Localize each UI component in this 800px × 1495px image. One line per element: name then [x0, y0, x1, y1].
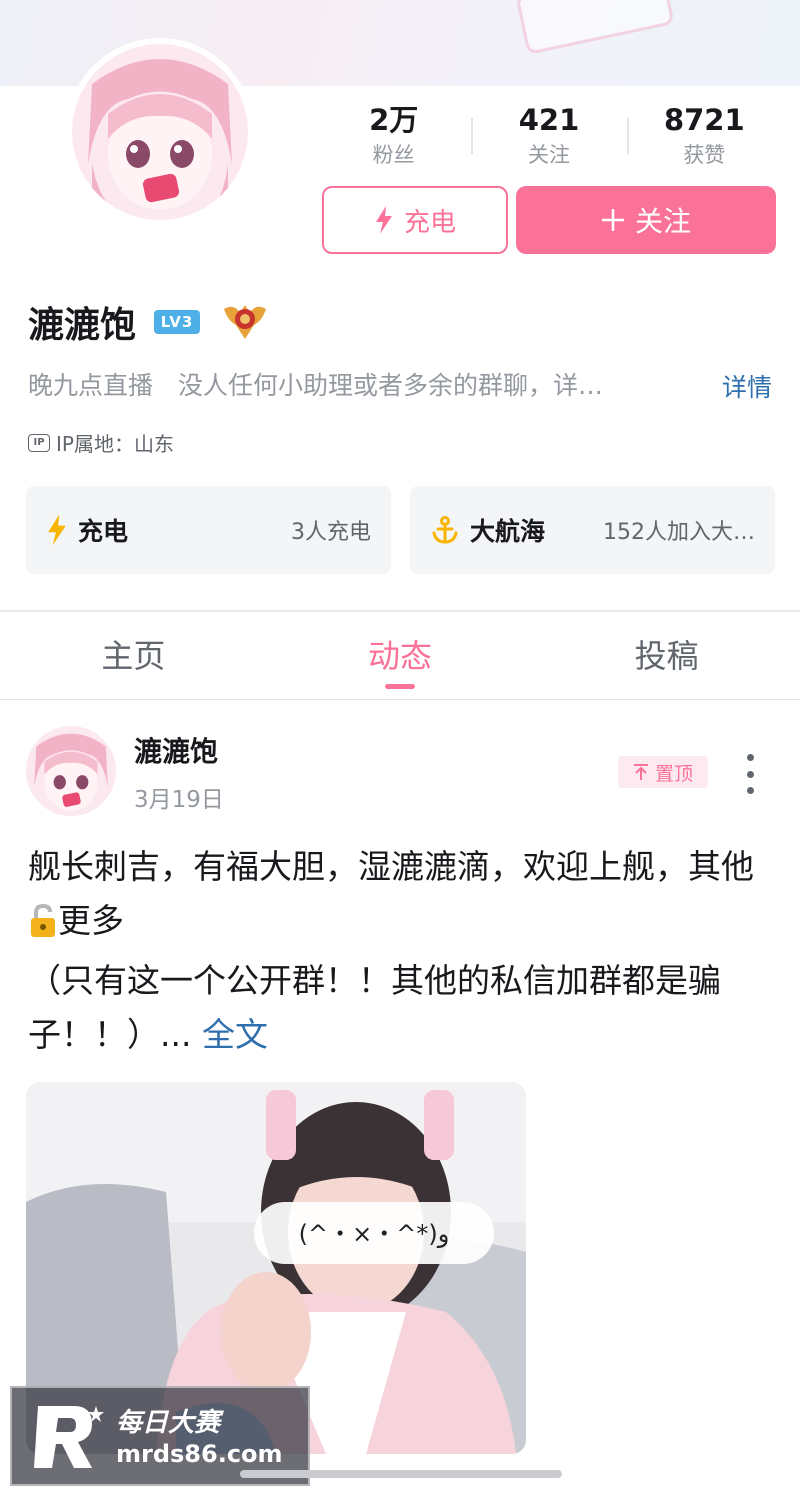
ip-location-text: IP属地：山东 — [56, 432, 174, 456]
profile-avatar[interactable] — [66, 38, 254, 226]
profile-name-row: 漉漉饱 LV3 — [28, 292, 268, 352]
unlock-icon — [28, 900, 58, 954]
stat-label: 获赞 — [683, 143, 726, 167]
post-text-part-1: 舰长刺吉，有福大胆，湿漉漉滴，欢迎上舰，其他 — [28, 847, 754, 886]
follow-button-label: 关注 — [634, 205, 691, 238]
charge-button-label: 充电 — [403, 207, 456, 238]
bio-details-link[interactable]: 详情 — [722, 368, 772, 408]
post-text-part-2: 更多 — [58, 901, 124, 940]
profile-name: 漉漉饱 — [28, 305, 137, 346]
profile-bio: 晚九点直播 没人任何小助理或者多余的群聊，详… — [28, 371, 604, 400]
stat-label: 粉丝 — [372, 143, 415, 167]
ip-icon: IP — [28, 433, 50, 452]
post-text-part-3: （只有这一个公开群！！其他的私信加群都是骗子！！）... — [28, 961, 721, 1054]
stat-fans[interactable]: 2万 粉丝 — [316, 100, 471, 176]
anchor-icon — [432, 516, 458, 544]
watermark-logo-icon — [34, 1406, 104, 1468]
stat-value: 8721 — [663, 103, 745, 137]
follow-button[interactable]: 关注 — [516, 186, 776, 254]
watermark-brand: 每日大赛 — [116, 1408, 221, 1438]
full-text-link[interactable]: 全文 — [202, 1015, 268, 1054]
post-content: 舰长刺吉，有福大胆，湿漉漉滴，欢迎上舰，其他更多 （只有这一个公开群！！其他的私… — [28, 840, 768, 1062]
lightning-icon — [48, 514, 66, 546]
watermark-url: mrds86.com — [116, 1440, 283, 1468]
tab-uploads[interactable]: 投稿 — [533, 612, 800, 699]
home-indicator[interactable] — [240, 1470, 562, 1478]
post-author-avatar[interactable] — [26, 726, 116, 816]
charge-card[interactable]: 充电 3人充电 — [26, 486, 391, 574]
stat-following[interactable]: 421 关注 — [471, 100, 626, 176]
stat-likes[interactable]: 8721 获赞 — [626, 100, 782, 176]
pin-icon — [633, 764, 648, 780]
post-author-name[interactable]: 漉漉饱 — [134, 730, 218, 770]
charge-card-title: 充电 — [78, 517, 129, 546]
medal-icon[interactable] — [222, 299, 268, 345]
tab-dynamics[interactable]: 动态 — [267, 612, 534, 699]
level-badge: LV3 — [154, 310, 201, 334]
plus-icon — [601, 209, 624, 231]
pinned-label: 置顶 — [654, 762, 693, 785]
voyage-card-info: 152人加入大… — [603, 520, 755, 545]
voyage-card-title: 大航海 — [470, 517, 546, 546]
profile-stats: 2万 粉丝 421 关注 8721 获赞 — [316, 100, 782, 176]
photo-caption: (^・×・^*)و — [299, 1220, 450, 1248]
stat-label: 关注 — [527, 143, 570, 167]
lightning-icon — [375, 206, 392, 234]
more-options-icon[interactable] — [740, 754, 760, 794]
post-date: 3月19日 — [134, 787, 224, 813]
stat-value: 421 — [518, 103, 580, 137]
voyage-card[interactable]: 大航海 152人加入大… — [410, 486, 775, 574]
profile-tabs: 主页 动态 投稿 — [0, 612, 800, 700]
pinned-badge: 置顶 — [618, 756, 708, 788]
stat-value: 2万 — [369, 103, 419, 137]
charge-card-info: 3人充电 — [291, 520, 371, 545]
ip-location: IP IP属地：山东 — [28, 428, 174, 457]
charge-button[interactable]: 充电 — [322, 186, 508, 254]
tab-home[interactable]: 主页 — [0, 612, 267, 699]
